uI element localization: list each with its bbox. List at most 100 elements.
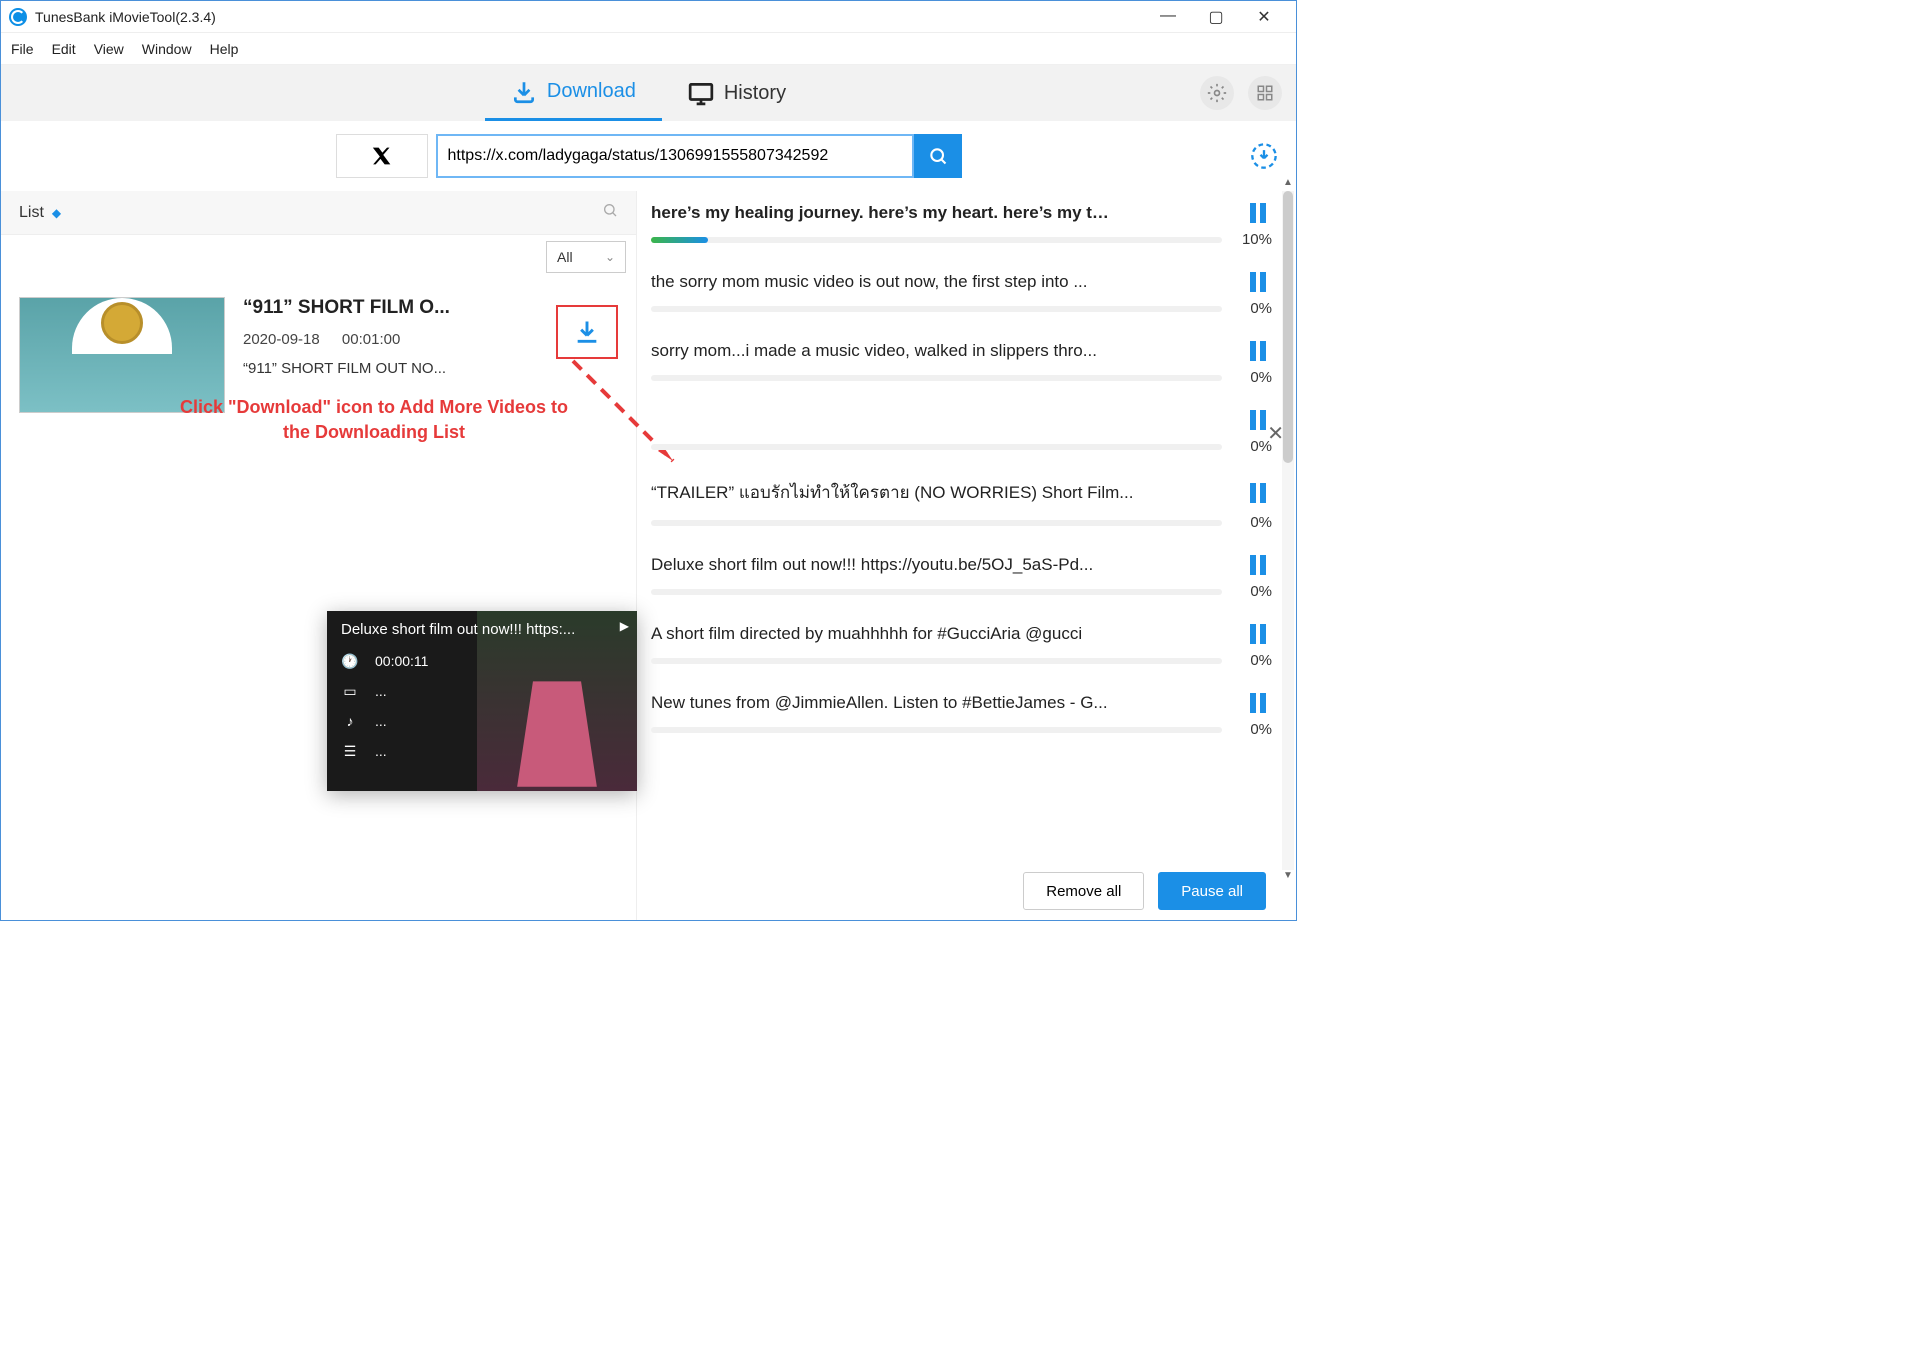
menu-edit[interactable]: Edit (52, 41, 76, 57)
progress-bar (651, 306, 1222, 312)
gear-icon (1207, 83, 1227, 103)
video-meta: “911” SHORT FILM O... 2020-09-18 00:01:0… (243, 297, 538, 413)
search-button[interactable] (914, 134, 962, 178)
video-title: “911” SHORT FILM O... (243, 297, 538, 319)
preview-card: ▶ Deluxe short film out now!!! https:...… (327, 611, 637, 791)
download-row: Deluxe short film out now!!! https://you… (637, 543, 1296, 612)
searchbar (1, 121, 1296, 191)
download-title: here’s my healing journey. here’s my hea… (651, 203, 1238, 223)
download-row: sorry mom...i made a music video, walked… (637, 329, 1296, 398)
download-row: A short film directed by muahhhhh for #G… (637, 612, 1296, 681)
download-percent: 0% (1232, 652, 1272, 669)
video-thumbnail (19, 297, 225, 413)
window-controls: — ▢ ✕ (1156, 7, 1288, 27)
search-icon (928, 146, 948, 166)
progress-bar (651, 658, 1222, 664)
content: List ◆ All ⌄ “911” SHORT FILM O... 2020-… (1, 191, 1296, 920)
list-search-icon[interactable] (602, 202, 618, 223)
list-label: List (19, 204, 44, 222)
downloads-pane: here’s my healing journey. here’s my hea… (637, 191, 1296, 920)
progress-bar (651, 589, 1222, 595)
progress-bar (651, 375, 1222, 381)
tabbar: Download History (1, 65, 1296, 121)
video-item[interactable]: “911” SHORT FILM O... 2020-09-18 00:01:0… (1, 279, 636, 431)
monitor-icon (688, 80, 714, 106)
menu-window[interactable]: Window (142, 41, 192, 57)
subtitle-icon: ☰ (341, 743, 359, 760)
download-title: Deluxe short film out now!!! https://you… (651, 555, 1238, 575)
download-title: the sorry mom music video is out now, th… (651, 272, 1238, 292)
footer-buttons: Remove all Pause all (1023, 872, 1266, 910)
preview-title: Deluxe short film out now!!! https:... (341, 621, 623, 638)
filter-select[interactable]: All ⌄ (546, 241, 626, 273)
menu-view[interactable]: View (94, 41, 124, 57)
filter-label: All (557, 249, 573, 265)
scrollbar[interactable]: ▲ ▼ (1282, 191, 1294, 870)
download-row: here’s my healing journey. here’s my hea… (637, 191, 1296, 260)
progress-bar (651, 520, 1222, 526)
settings-button[interactable] (1200, 76, 1234, 110)
titlebar: TunesBank iMovieTool(2.3.4) — ▢ ✕ (1, 1, 1296, 33)
download-icon (573, 318, 601, 346)
download-percent: 0% (1232, 300, 1272, 317)
video-desc: “911” SHORT FILM OUT NO... (243, 360, 538, 377)
pause-button[interactable] (1250, 693, 1272, 713)
download-percent: 10% (1232, 231, 1272, 248)
music-icon: ♪ (341, 713, 359, 729)
remove-all-button[interactable]: Remove all (1023, 872, 1144, 910)
download-percent: 0% (1232, 438, 1272, 455)
pause-button[interactable] (1250, 341, 1272, 361)
tab-history[interactable]: History (662, 65, 812, 121)
left-pane: List ◆ All ⌄ “911” SHORT FILM O... 2020-… (1, 191, 637, 920)
scroll-down-icon[interactable]: ▼ (1282, 870, 1294, 884)
download-percent: 0% (1232, 583, 1272, 600)
download-percent: 0% (1232, 369, 1272, 386)
chevron-down-icon: ⌄ (605, 250, 615, 264)
download-title: “TRAILER” แอบรักไม่ทำให้ใครตาย (NO WORRI… (651, 479, 1238, 506)
list-header: List ◆ (1, 191, 636, 235)
clock-icon: 🕐 (341, 653, 359, 670)
progress-bar (651, 237, 1222, 243)
tab-history-label: History (724, 82, 786, 105)
menu-help[interactable]: Help (210, 41, 239, 57)
download-row: 0% (637, 398, 1296, 467)
video-icon: ▭ (341, 683, 359, 700)
minimize-button[interactable]: — (1156, 7, 1180, 27)
pause-button[interactable] (1250, 624, 1272, 644)
download-row: New tunes from @JimmieAllen. Listen to #… (637, 681, 1296, 750)
tab-download-label: Download (547, 80, 636, 103)
download-icon (511, 79, 537, 105)
sort-icon[interactable]: ◆ (52, 206, 61, 220)
pause-all-button[interactable]: Pause all (1158, 872, 1266, 910)
pause-button[interactable] (1250, 272, 1272, 292)
download-queue-icon[interactable] (1250, 142, 1278, 170)
x-logo-icon (372, 146, 392, 166)
pause-button[interactable] (1250, 483, 1272, 503)
download-percent: 0% (1232, 721, 1272, 738)
grid-button[interactable] (1248, 76, 1282, 110)
download-video-button[interactable] (556, 305, 618, 359)
app-title: TunesBank iMovieTool(2.3.4) (35, 9, 216, 25)
download-title: sorry mom...i made a music video, walked… (651, 341, 1238, 361)
grid-icon (1256, 84, 1274, 102)
source-select[interactable] (336, 134, 428, 178)
scroll-up-icon[interactable]: ▲ (1282, 177, 1294, 191)
download-title: New tunes from @JimmieAllen. Listen to #… (651, 693, 1238, 713)
pause-button[interactable] (1250, 555, 1272, 575)
video-duration: 00:01:00 (342, 331, 400, 348)
download-row: “TRAILER” แอบรักไม่ทำให้ใครตาย (NO WORRI… (637, 467, 1296, 543)
close-button[interactable]: ✕ (1252, 7, 1276, 27)
progress-bar (651, 727, 1222, 733)
pause-button[interactable] (1250, 203, 1272, 223)
download-title: A short film directed by muahhhhh for #G… (651, 624, 1238, 644)
url-input[interactable] (436, 134, 914, 178)
menu-file[interactable]: File (11, 41, 34, 57)
download-percent: 0% (1232, 514, 1272, 531)
menubar: File Edit View Window Help (1, 33, 1296, 65)
progress-bar (651, 444, 1222, 450)
scrollbar-thumb[interactable] (1283, 191, 1293, 463)
preview-time: 00:00:11 (375, 653, 428, 669)
tab-download[interactable]: Download (485, 65, 662, 121)
maximize-button[interactable]: ▢ (1204, 7, 1228, 27)
app-icon (9, 8, 27, 26)
